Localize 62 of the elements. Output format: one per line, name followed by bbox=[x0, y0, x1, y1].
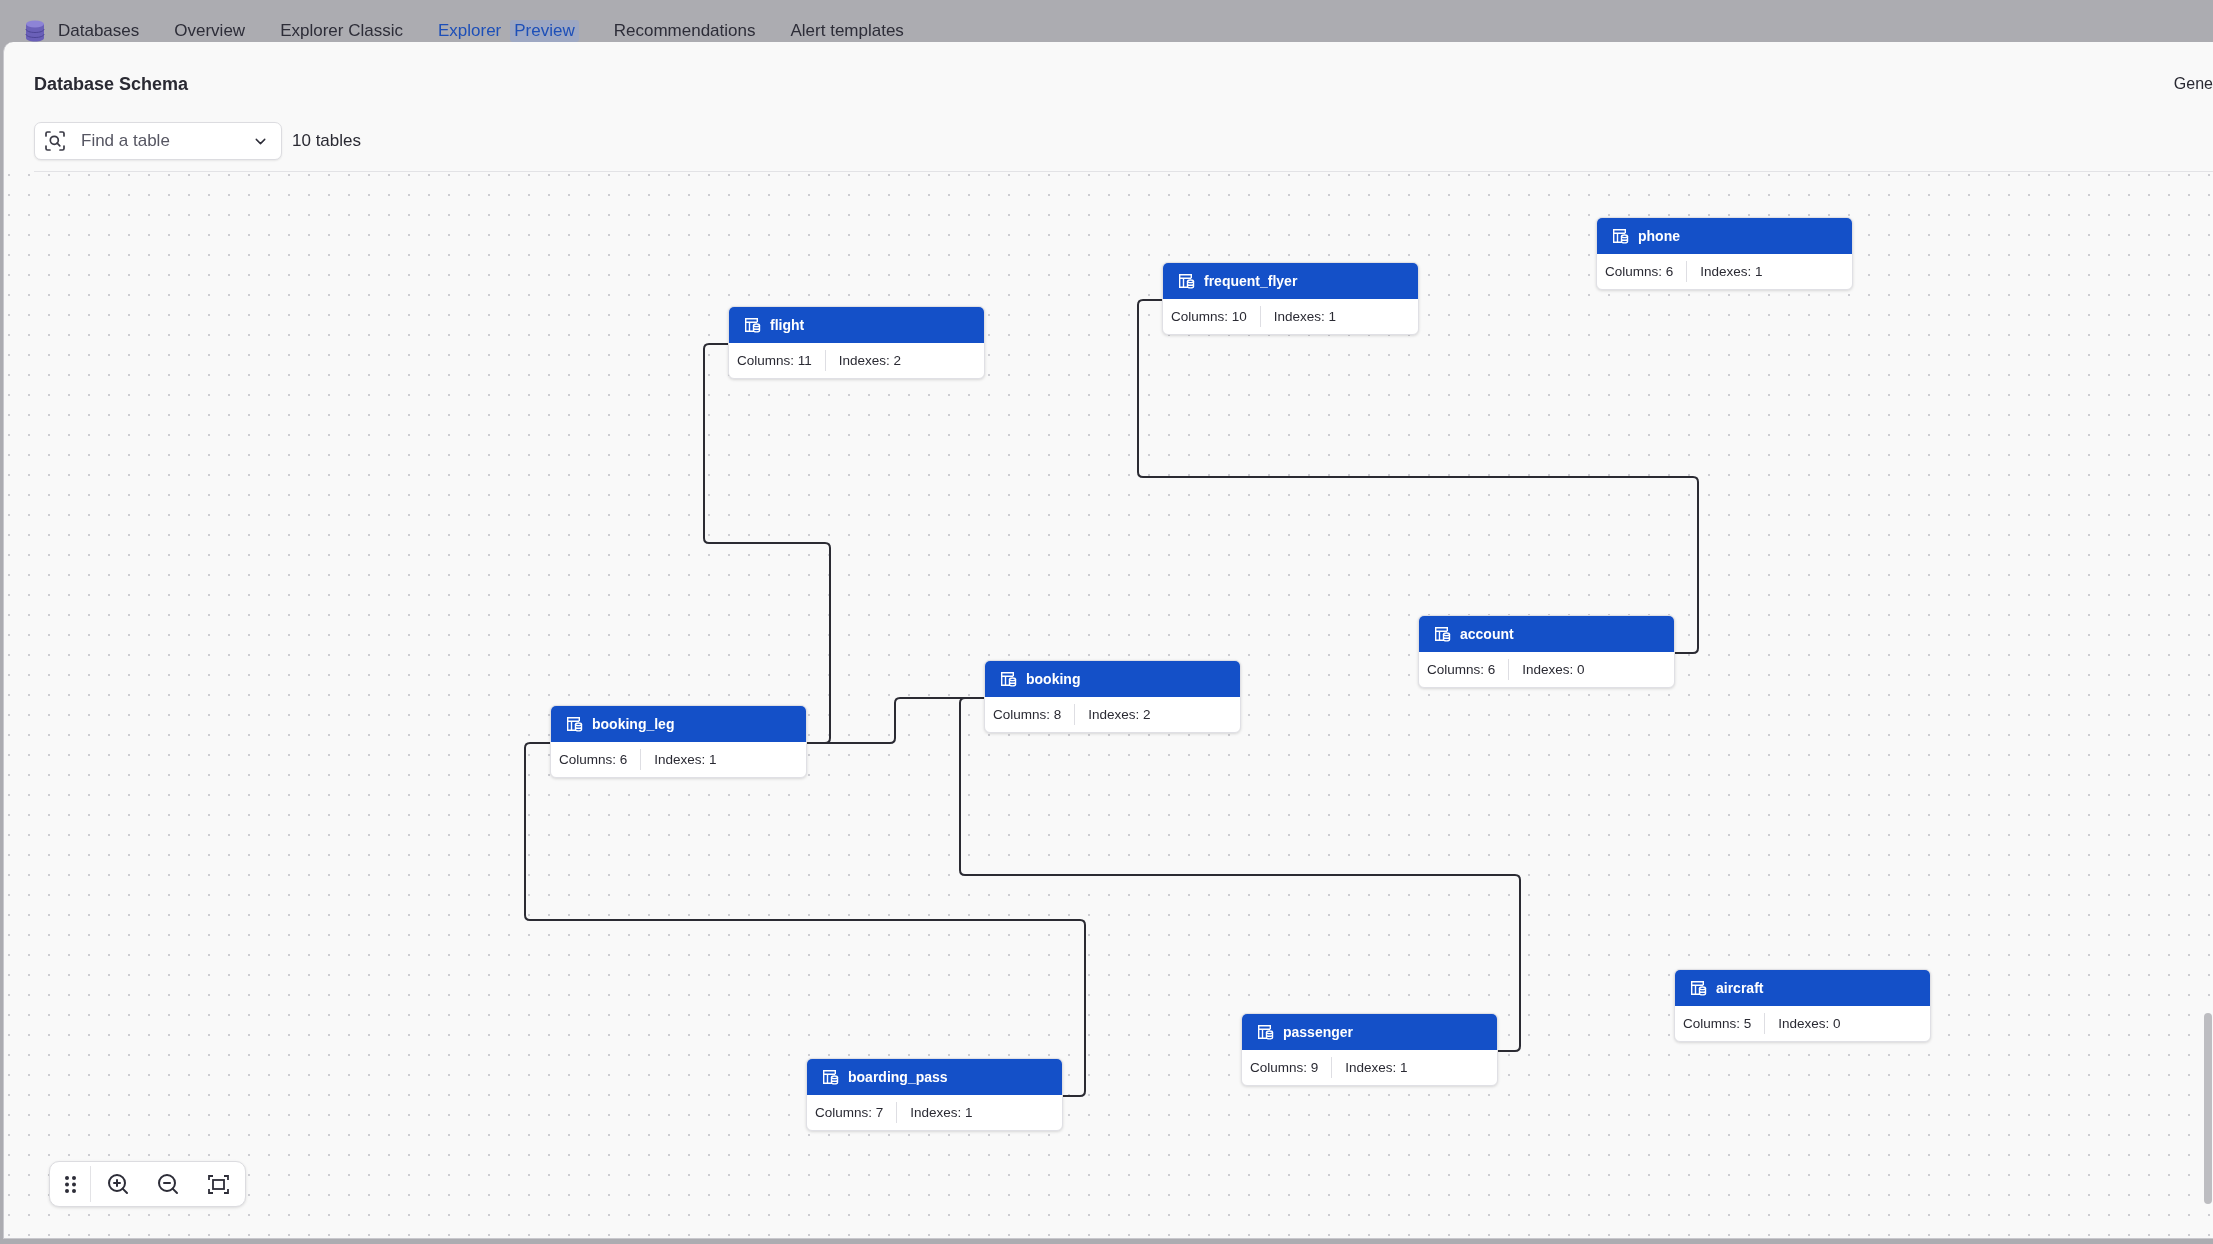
table-name: flight bbox=[770, 317, 805, 333]
table-name: aircraft bbox=[1716, 980, 1764, 996]
nav-tab[interactable]: Alert templates bbox=[790, 21, 904, 41]
columns-count: Columns: 11 bbox=[737, 353, 812, 368]
table-card[interactable]: frequent_flyer Columns: 10 Indexes: 1 bbox=[1162, 262, 1419, 335]
columns-count: Columns: 7 bbox=[815, 1105, 884, 1120]
scrollbar-thumb[interactable] bbox=[2204, 1013, 2212, 1204]
nav-tab[interactable]: Recommendations bbox=[613, 21, 756, 41]
table-card[interactable]: flight Columns: 11 Indexes: 2 bbox=[728, 306, 985, 379]
nav-tab[interactable]: Explorer Classic bbox=[280, 21, 403, 41]
indexes-count: Indexes: 2 bbox=[1088, 707, 1151, 722]
table-name: phone bbox=[1638, 228, 1680, 244]
columns-count: Columns: 9 bbox=[1250, 1060, 1319, 1075]
table-card[interactable]: passenger Columns: 9 Indexes: 1 bbox=[1241, 1013, 1498, 1086]
indexes-count: Indexes: 1 bbox=[654, 752, 717, 767]
indexes-count: Indexes: 1 bbox=[1345, 1060, 1408, 1075]
columns-count: Columns: 8 bbox=[993, 707, 1062, 722]
table-search-field[interactable]: Find a table bbox=[34, 122, 282, 160]
indexes-count: Indexes: 0 bbox=[1778, 1016, 1841, 1031]
columns-count: Columns: 6 bbox=[559, 752, 628, 767]
table-card[interactable]: booking_leg Columns: 6 Indexes: 1 bbox=[550, 705, 807, 778]
search-icon bbox=[45, 131, 65, 151]
columns-count: Columns: 5 bbox=[1683, 1016, 1752, 1031]
indexes-count: Indexes: 1 bbox=[1700, 264, 1763, 279]
zoom-in-icon bbox=[106, 1172, 130, 1196]
drag-dots-icon bbox=[64, 1175, 76, 1193]
table-card[interactable]: boarding_pass Columns: 7 Indexes: 1 bbox=[806, 1058, 1063, 1131]
table-count: 10 tables bbox=[292, 131, 361, 151]
fit-screen-icon bbox=[207, 1174, 229, 1194]
table-card[interactable]: aircraft Columns: 5 Indexes: 0 bbox=[1674, 969, 1931, 1042]
table-icon bbox=[1434, 626, 1451, 642]
table-icon bbox=[1612, 228, 1629, 244]
nav-tab[interactable]: Overview bbox=[174, 21, 246, 41]
preview-badge: Preview bbox=[510, 20, 579, 42]
table-icon bbox=[1690, 980, 1707, 996]
columns-count: Columns: 6 bbox=[1427, 662, 1496, 677]
database-icon bbox=[25, 20, 45, 42]
indexes-count: Indexes: 1 bbox=[910, 1105, 973, 1120]
table-name: booking bbox=[1026, 671, 1081, 687]
header-action-text: Gene bbox=[2173, 75, 2213, 93]
table-name: passenger bbox=[1283, 1024, 1354, 1040]
table-name: frequent_flyer bbox=[1204, 273, 1298, 289]
columns-count: Columns: 10 bbox=[1171, 309, 1247, 324]
indexes-count: Indexes: 1 bbox=[1273, 309, 1337, 324]
table-icon bbox=[822, 1069, 839, 1085]
page-title: Database Schema bbox=[34, 73, 189, 95]
columns-count: Columns: 6 bbox=[1605, 264, 1674, 279]
table-icon bbox=[744, 317, 761, 333]
app-name-link[interactable]: Databases bbox=[58, 21, 140, 41]
table-name: booking_leg bbox=[592, 716, 675, 732]
table-icon bbox=[1000, 671, 1017, 687]
table-card[interactable]: phone Columns: 6 Indexes: 1 bbox=[1596, 217, 1853, 290]
table-icon bbox=[1178, 273, 1195, 289]
table-icon bbox=[1257, 1024, 1274, 1040]
indexes-count: Indexes: 2 bbox=[838, 353, 902, 368]
table-card[interactable]: account Columns: 6 Indexes: 0 bbox=[1418, 615, 1675, 688]
table-name: boarding_pass bbox=[848, 1069, 948, 1085]
indexes-count: Indexes: 0 bbox=[1522, 662, 1585, 677]
table-icon bbox=[566, 716, 583, 732]
table-name: account bbox=[1460, 626, 1514, 642]
zoom-out-icon bbox=[156, 1172, 180, 1196]
table-card[interactable]: booking Columns: 8 Indexes: 2 bbox=[984, 660, 1241, 733]
